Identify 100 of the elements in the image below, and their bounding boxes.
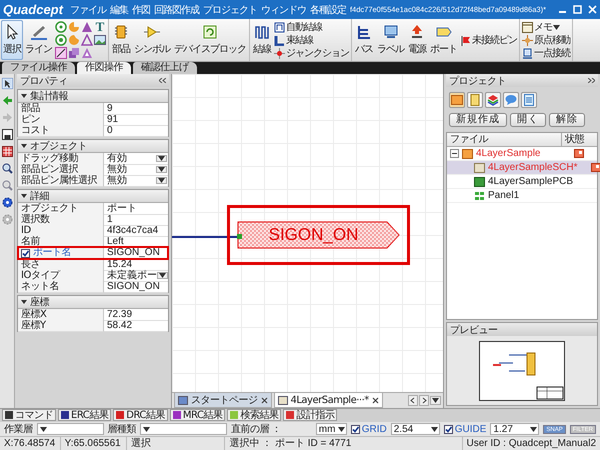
document-tab[interactable]: 4LayerSample···* — [274, 393, 383, 408]
arrow-left-icon — [2, 95, 12, 106]
select-field[interactable]: mm — [316, 423, 347, 435]
expand-icon[interactable] — [21, 93, 27, 99]
select-field[interactable]: 1.27 — [490, 423, 540, 435]
toolbar-button[interactable] — [449, 92, 465, 108]
menu-item[interactable]: 回路図作成 — [154, 2, 199, 16]
tool-button[interactable]: ジャンクション — [273, 46, 350, 60]
connector-icon — [522, 48, 533, 58]
project-button[interactable]: 解除 — [549, 113, 585, 127]
option-label: GUIDE — [454, 424, 486, 434]
chevron-left-icon — [410, 397, 416, 404]
tool-button[interactable]: 部品 — [110, 20, 132, 60]
toolbar-button[interactable] — [521, 92, 537, 108]
tool-button[interactable]: 原点移動 — [521, 34, 571, 46]
chat-icon — [505, 94, 517, 106]
property-value: SIGON_ON — [104, 281, 168, 293]
tool-button[interactable]: 電源 — [406, 20, 428, 60]
caret-icon — [159, 273, 166, 278]
text-tool[interactable]: T — [94, 21, 106, 33]
output-tab[interactable]: DRC結果 — [113, 409, 168, 421]
section-header[interactable]: 座標 — [18, 296, 168, 309]
panel-title: プロパティ — [20, 74, 68, 88]
output-tab[interactable]: 検索結果 — [227, 409, 282, 421]
select-field[interactable]: 2.54 — [390, 423, 440, 435]
mode-tab[interactable]: 作図操作 — [77, 62, 131, 74]
menu-item[interactable]: プロジェクト — [202, 2, 257, 16]
toolbar-button[interactable] — [503, 92, 519, 108]
property-value: ポート — [104, 203, 168, 215]
tool-button[interactable]: 未接続ピン — [459, 34, 518, 46]
tool-button[interactable]: 結線 — [251, 20, 273, 60]
tool-button[interactable]: シンボル — [132, 20, 172, 60]
expand-icon[interactable] — [21, 299, 27, 305]
squares-icon — [68, 47, 80, 59]
checkbox[interactable] — [444, 424, 453, 434]
tool-button[interactable]: ラベル — [375, 20, 406, 60]
tree-item[interactable]: 4LayerSample — [447, 147, 561, 160]
port-shape[interactable] — [237, 221, 400, 249]
caret-icon — [432, 398, 439, 403]
select-field[interactable] — [36, 423, 104, 435]
maximize-icon[interactable] — [573, 5, 582, 14]
menu-item[interactable]: 各種設定 — [310, 2, 346, 16]
project-button[interactable]: 新規作成 — [449, 113, 507, 127]
tool-button[interactable]: ライン — [23, 20, 54, 60]
tool-button[interactable]: 自動結線 — [273, 20, 350, 34]
menu-item[interactable]: 作図 — [132, 2, 150, 16]
output-tab[interactable]: ERC結果 — [58, 409, 112, 421]
collapse-icon — [159, 78, 166, 83]
output-tab[interactable]: MRC結果 — [170, 409, 226, 421]
tree-item[interactable]: Panel1 — [447, 189, 561, 202]
menu-item[interactable]: ファイル — [70, 2, 106, 16]
close-icon[interactable] — [588, 5, 597, 14]
tab-list-button[interactable] — [430, 396, 441, 405]
mode-tab[interactable]: ファイル操作 — [2, 62, 75, 74]
select-field[interactable] — [140, 423, 227, 435]
section-header[interactable]: オブジェクト — [18, 140, 168, 153]
output-tab[interactable]: コマンド — [2, 409, 56, 421]
expand-icon[interactable] — [21, 143, 27, 149]
dropdown[interactable]: 有効 — [104, 153, 168, 165]
tool-button[interactable]: バス — [353, 20, 375, 60]
tree-item[interactable]: 4LayerSamplePCB — [447, 175, 574, 188]
dropdown[interactable]: 無効 — [104, 164, 168, 176]
cursor-icon — [2, 78, 12, 89]
dropdown[interactable]: 無効 — [104, 175, 168, 187]
menu-item[interactable]: ウィンドウ — [260, 2, 306, 16]
tool-button[interactable]: ポート — [428, 20, 459, 60]
caret-icon — [338, 426, 345, 432]
property-value: 72.39 — [104, 309, 168, 321]
menu-item[interactable]: 編集 — [110, 2, 128, 16]
arc-tool-icon — [68, 34, 80, 46]
column-header: 状態 — [561, 133, 597, 146]
tool-button[interactable]: デバイスブロック — [172, 20, 248, 60]
close-icon — [372, 396, 379, 404]
expand-icon[interactable] — [21, 193, 27, 199]
collapse-icon[interactable] — [450, 149, 459, 158]
property-value: 15.24 — [104, 259, 168, 271]
tool-button[interactable]: 選択 — [1, 20, 23, 60]
document-tab[interactable]: スタートページ — [174, 393, 272, 408]
chevron-right-icon — [421, 397, 427, 404]
section-header[interactable]: 集計情報 — [18, 90, 168, 103]
output-tab[interactable]: 設計指示 — [283, 409, 338, 421]
section-header[interactable]: 詳細 — [18, 190, 168, 203]
property-label: ポート名 — [33, 247, 71, 259]
tool-button[interactable]: 一点接続 — [521, 46, 571, 60]
power-icon — [409, 24, 425, 40]
property-label: ドラッグ移動 — [18, 153, 104, 165]
tool-button[interactable]: 束結線 — [273, 34, 350, 46]
dropdown[interactable]: 未定義ポー — [104, 270, 168, 282]
mode-tab[interactable]: 確認仕上げ — [133, 62, 196, 74]
toolbar-button[interactable] — [467, 92, 483, 108]
checkbox[interactable] — [21, 248, 30, 258]
scroll-left-button[interactable] — [408, 395, 418, 406]
tool-button[interactable]: メモ — [521, 20, 571, 34]
project-button[interactable]: 開く — [510, 113, 546, 127]
property-value: 9 — [104, 103, 168, 115]
option-label: GRID — [362, 424, 387, 434]
field-label: 層種類 — [108, 422, 136, 436]
scroll-right-button[interactable] — [419, 395, 429, 406]
toolbar-button[interactable] — [485, 92, 501, 108]
checkbox[interactable] — [350, 424, 360, 434]
